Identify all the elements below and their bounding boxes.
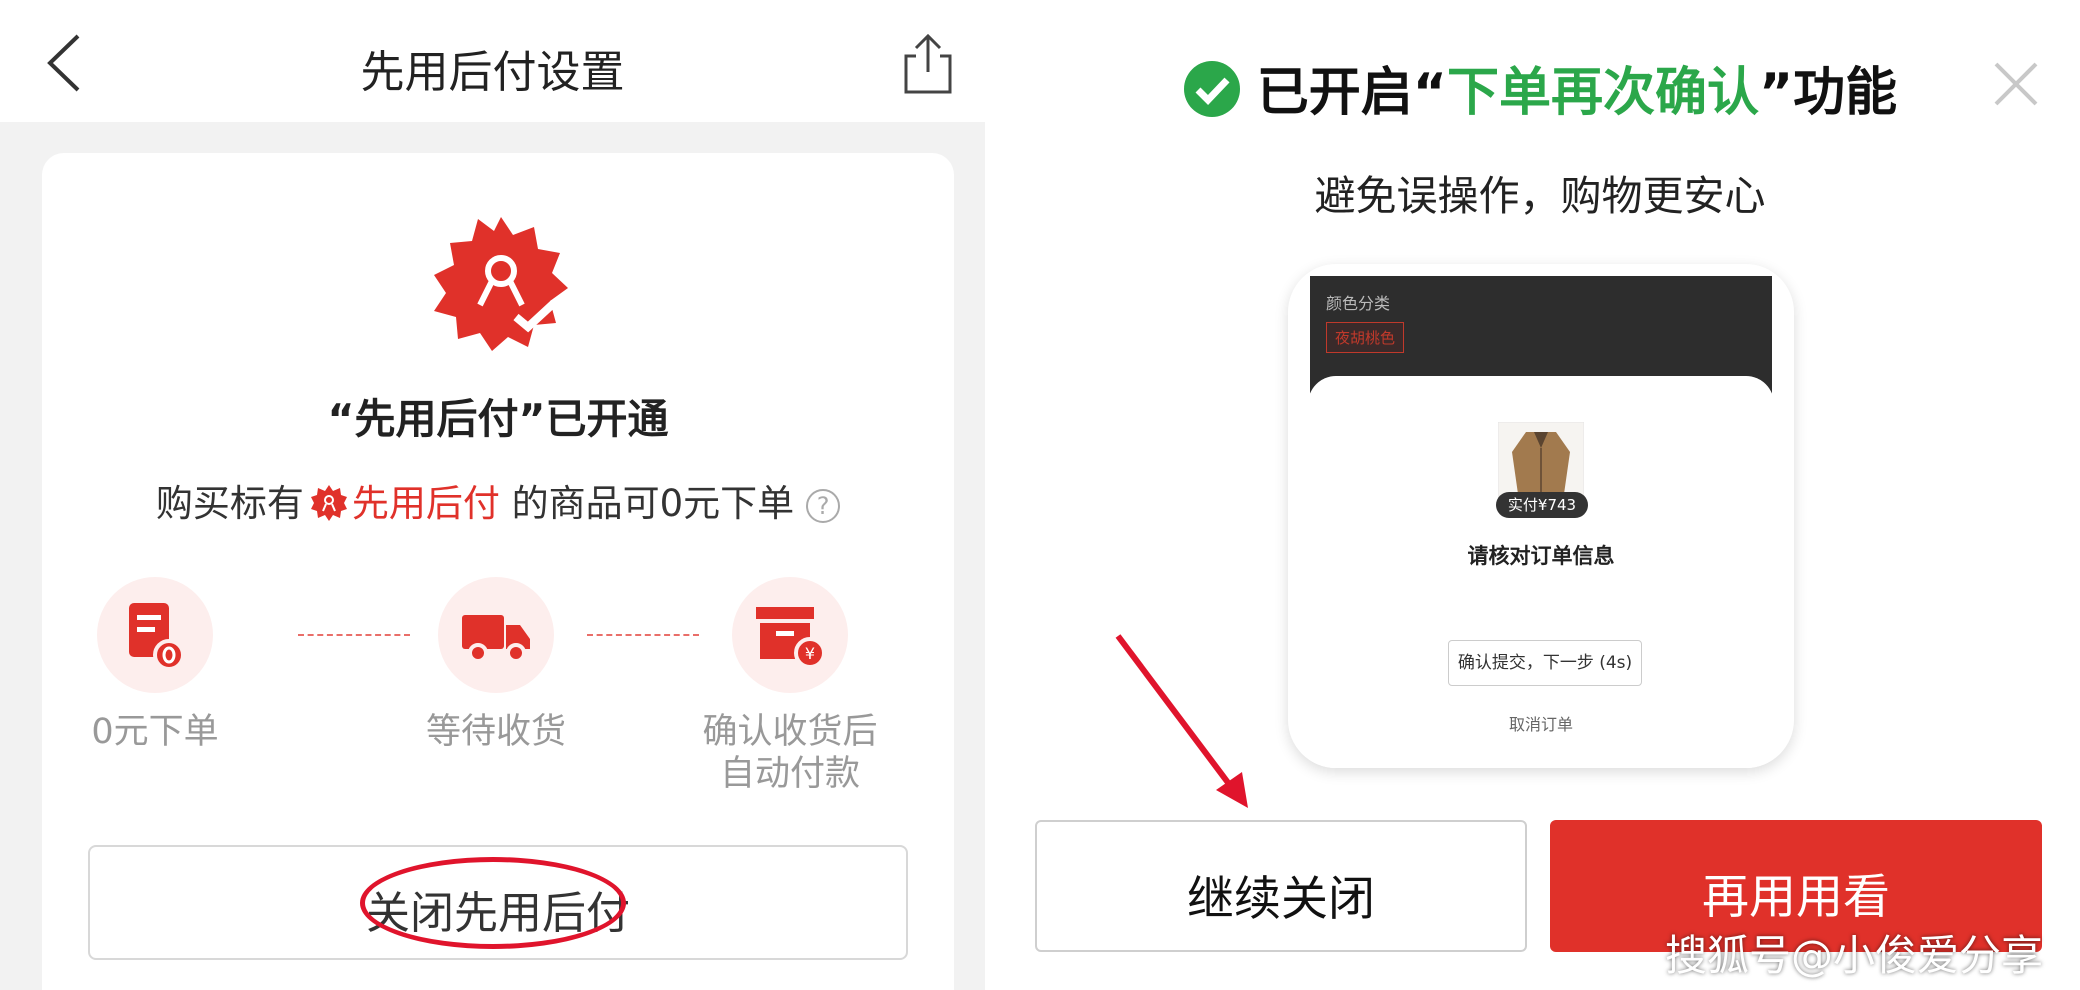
close-pay-later-button[interactable]: 关闭先用后付 (88, 845, 908, 960)
arrow-annotation (1115, 634, 1248, 808)
phone-preview: 颜色分类 夜胡桃色 实付¥743 请核对订单信息 确认提交，下一步 (4s) 取… (1288, 264, 1794, 768)
close-icon[interactable] (1990, 58, 2042, 110)
color-label: 颜色分类 (1326, 294, 1391, 313)
preview-confirm-button: 确认提交，下一步 (4s) (1448, 640, 1642, 686)
preview-confirm-sheet: 实付¥743 请核对订单信息 确认提交，下一步 (4s) 取消订单 (1308, 376, 1774, 768)
title-prefix: 已开启“ (1256, 63, 1447, 123)
step-label-line1: 确认收货后 (702, 712, 878, 752)
page-title: 先用后付设置 (360, 47, 625, 98)
status-card: “先用后付”已开通 购买标有 先用后付 的商品可0元下单? 0元下单 等待收货 … (42, 153, 954, 990)
watermark: 搜狐号@小俊爱分享 (1665, 931, 2044, 980)
preview-cancel-link: 取消订单 (1508, 715, 1573, 734)
mini-badge-icon (310, 485, 347, 521)
right-panel: 已开启“下单再次确认”功能 避免误操作，购物更安心 颜色分类 夜胡桃色 实付¥7… (1000, 0, 2080, 990)
nav-bar: 先用后付设置 (0, 0, 985, 122)
help-icon[interactable]: ? (806, 489, 841, 523)
left-panel: 先用后付设置 “先用后付”已开通 购买标有 先用后付 的商品可0元下单? 0元下… (0, 0, 985, 990)
share-icon[interactable] (898, 30, 958, 96)
card-title: “先用后付”已开通 (327, 395, 669, 443)
step-label-line2: 自动付款 (719, 754, 860, 794)
product-image (1498, 422, 1584, 500)
subtitle-highlight: 先用后付 (351, 482, 500, 525)
continue-close-label: 继续关闭 (1187, 872, 1375, 927)
badge-icon (434, 217, 568, 351)
continue-close-button[interactable]: 继续关闭 (1035, 820, 1527, 952)
title-suffix: ”功能 (1759, 63, 1898, 123)
dialog-subtitle: 避免误操作，购物更安心 (1314, 172, 1766, 220)
step-label: 0元下单 (91, 712, 219, 752)
step-label: 等待收货 (425, 712, 566, 752)
order-icon (129, 603, 185, 671)
highlight-circle-annotation (360, 857, 626, 949)
verify-order-text: 请核对订单信息 (1467, 544, 1615, 568)
price-tag: 实付¥743 (1496, 492, 1588, 518)
step-auto-pay: ¥ 确认收货后 自动付款 (660, 577, 920, 795)
truck-icon (462, 615, 530, 663)
subtitle-suffix: 的商品可0元下单 (511, 482, 795, 525)
subtitle-prefix: 购买标有 (155, 482, 304, 525)
check-circle-icon (1183, 61, 1240, 117)
title-highlight: 下单再次确认 (1446, 63, 1759, 123)
step-order: 0元下单 (25, 577, 285, 753)
color-option: 夜胡桃色 (1326, 322, 1405, 353)
try-again-label: 再用用看 (1702, 870, 1890, 925)
dialog-title: 已开启“下单再次确认”功能 (1000, 50, 2080, 125)
step-delivery: 等待收货 (366, 577, 626, 753)
card-subtitle: 购买标有 先用后付 的商品可0元下单? (42, 473, 954, 527)
svg-text:¥: ¥ (805, 644, 815, 663)
payment-box-icon: ¥ (756, 607, 826, 669)
